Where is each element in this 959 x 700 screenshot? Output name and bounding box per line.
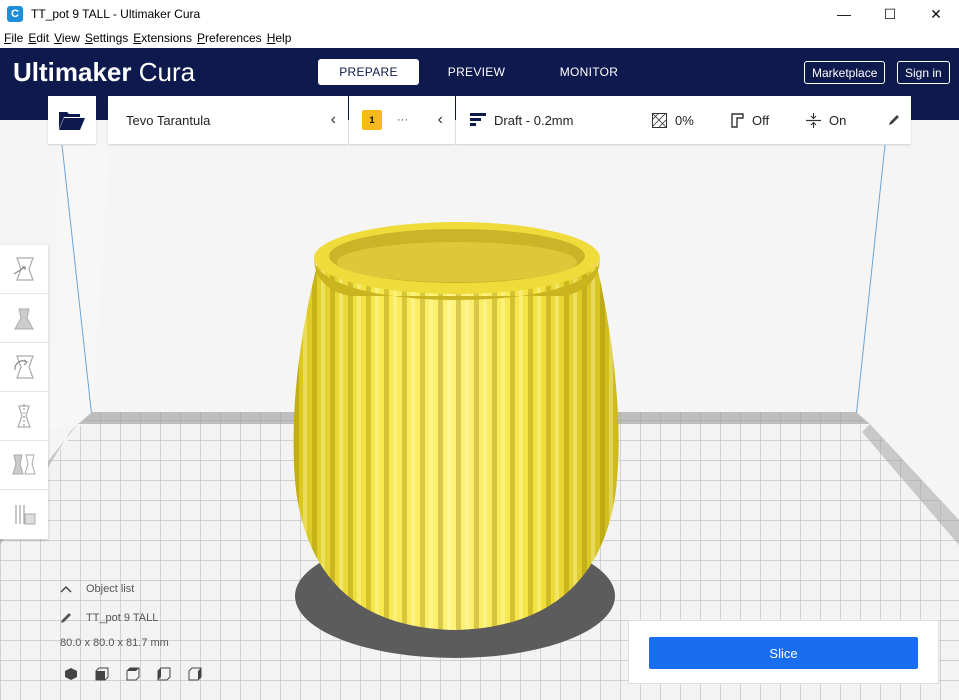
cura-app-icon: C — [7, 6, 23, 22]
per-model-settings-icon — [12, 454, 36, 475]
adhesion-setting[interactable]: On — [806, 112, 847, 128]
folder-icon — [59, 112, 85, 130]
menu-help[interactable]: Help — [267, 31, 292, 45]
profile-setting[interactable]: Draft - 0.2mm — [470, 113, 573, 128]
profile-label: Draft - 0.2mm — [494, 112, 574, 128]
support-value: Off — [752, 112, 770, 128]
minimize-button[interactable]: — — [821, 0, 867, 28]
object-list-header: Object list — [86, 583, 135, 595]
logo-brand: Ultimaker — [13, 57, 132, 87]
extruder-selector[interactable]: 1 ··· ‹ — [349, 96, 455, 144]
front-view-icon[interactable] — [95, 667, 109, 681]
quality-profile-icon — [470, 113, 486, 126]
chevron-left-icon[interactable]: ‹ — [438, 111, 443, 129]
transform-toolbar — [0, 245, 48, 539]
adhesion-value: On — [829, 112, 847, 128]
printer-selector[interactable]: Tevo Tarantula ‹ — [108, 96, 348, 144]
right-view-icon[interactable] — [188, 667, 202, 681]
tab-monitor[interactable]: MONITOR — [534, 59, 644, 85]
object-dimensions: 80.0 x 80.0 x 81.7 mm — [60, 637, 169, 649]
window-controls: — ☐ ✕ — [821, 0, 959, 28]
view-orientation-buttons — [64, 667, 202, 681]
window-title: TT_pot 9 TALL - Ultimaker Cura — [31, 7, 201, 21]
per-model-settings-button[interactable] — [0, 441, 48, 490]
tab-prepare[interactable]: PREPARE — [318, 59, 419, 85]
chevron-left-icon[interactable]: ‹ — [331, 111, 336, 129]
window-titlebar: C TT_pot 9 TALL - Ultimaker Cura — ☐ ✕ — [0, 0, 959, 28]
menu-bar: File Edit View Settings Extensions Prefe… — [0, 28, 959, 48]
infill-setting[interactable]: 0% — [652, 112, 694, 128]
support-blocker-button[interactable] — [0, 490, 48, 539]
marketplace-button[interactable]: Marketplace — [804, 61, 886, 84]
sign-in-button[interactable]: Sign in — [897, 61, 950, 84]
3d-view-icon[interactable] — [64, 667, 78, 681]
menu-file[interactable]: File — [4, 31, 23, 45]
support-icon — [731, 112, 744, 128]
scale-tool-button[interactable] — [0, 294, 48, 343]
object-list-toggle[interactable]: Object list — [60, 583, 134, 595]
support-blocker-icon — [15, 504, 36, 524]
ultimaker-cura-logo: Ultimaker Cura — [13, 57, 195, 88]
infill-icon — [652, 112, 667, 128]
move-icon — [13, 257, 34, 281]
adhesion-icon — [806, 112, 821, 128]
mirror-tool-button[interactable] — [0, 392, 48, 441]
mirror-icon — [17, 404, 31, 428]
top-view-icon[interactable] — [126, 667, 140, 681]
menu-extensions[interactable]: Extensions — [133, 31, 192, 45]
edit-settings-button[interactable] — [888, 114, 908, 126]
infill-value: 0% — [675, 112, 694, 128]
support-setting[interactable]: Off — [729, 113, 769, 128]
move-tool-button[interactable] — [0, 245, 48, 294]
print-settings-panel[interactable]: Draft - 0.2mm 0% Off On — [456, 96, 911, 144]
open-file-button[interactable] — [48, 96, 96, 144]
pencil-icon — [889, 115, 899, 125]
pencil-icon — [61, 613, 71, 623]
object-name-row[interactable]: TT_pot 9 TALL — [60, 612, 158, 624]
extruder-material: ··· — [397, 114, 408, 126]
stage-tabs: PREPARE PREVIEW MONITOR — [318, 59, 644, 85]
printer-name: Tevo Tarantula — [126, 112, 211, 128]
logo-product: Cura — [138, 57, 196, 87]
menu-settings[interactable]: Settings — [85, 31, 128, 45]
tab-preview[interactable]: PREVIEW — [419, 59, 534, 85]
menu-edit[interactable]: Edit — [28, 31, 49, 45]
left-view-icon[interactable] — [157, 667, 171, 681]
action-panel: Slice — [628, 620, 939, 684]
rotate-icon — [14, 355, 34, 379]
extruder-badge: 1 — [362, 110, 382, 130]
rotate-tool-button[interactable] — [0, 343, 48, 392]
chevron-up-icon — [60, 585, 72, 593]
object-name: TT_pot 9 TALL — [86, 612, 159, 624]
slice-button[interactable]: Slice — [649, 637, 918, 669]
maximize-button[interactable]: ☐ — [867, 0, 913, 28]
close-button[interactable]: ✕ — [913, 0, 959, 28]
menu-view[interactable]: View — [54, 31, 80, 45]
scale-icon — [14, 308, 34, 330]
menu-preferences[interactable]: Preferences — [197, 31, 262, 45]
